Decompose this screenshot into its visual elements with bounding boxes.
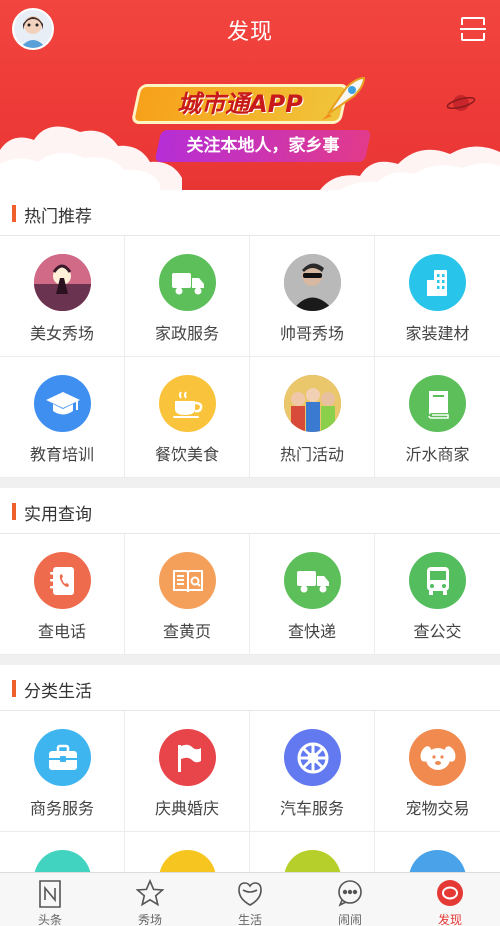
news-icon	[39, 880, 61, 908]
grid-item-label: 帅哥秀场	[279, 324, 344, 343]
section-title: 实用查询	[24, 505, 92, 525]
tab-label: 发现	[437, 913, 462, 926]
grid-item-yishui-merchants[interactable]: 沂水商家	[375, 357, 500, 478]
grid-item-label: 商务服务	[29, 799, 94, 818]
section-header: 分类生活	[0, 665, 500, 711]
tab-label: 头条	[37, 913, 62, 926]
building-icon	[409, 254, 466, 311]
truck-icon	[159, 254, 216, 311]
tab-show[interactable]: 秀场	[100, 873, 200, 926]
grid-item-beauty-show[interactable]: 美女秀场	[0, 236, 125, 357]
grid-item-dining[interactable]: 餐饮美食	[125, 357, 250, 478]
cloud-decoration	[0, 126, 500, 190]
book-icon	[409, 375, 466, 432]
app-root: 发现 城市通APP 关注本地人，家乡事 热门推荐 美女秀场 家政服务 帅哥秀场 …	[0, 0, 500, 926]
grid-item-label: 美女秀场	[29, 324, 94, 343]
grid-item-label: 宠物交易	[405, 799, 470, 818]
grid-item-education[interactable]: 教育培训	[0, 357, 125, 478]
grid-item-home-decor[interactable]: 家装建材	[375, 236, 500, 357]
grid-item-label: 家政服务	[154, 324, 219, 343]
section-title: 分类生活	[24, 682, 92, 702]
graduation-cap-icon	[34, 375, 91, 432]
photo-group-icon	[284, 375, 341, 432]
coffee-cup-icon	[159, 375, 216, 432]
photo-man-icon	[284, 254, 341, 311]
section-practical-query: 实用查询 查电话 查黄页 查快递 查公交	[0, 488, 500, 655]
flag-icon	[159, 729, 216, 786]
grid-item-label: 查电话	[37, 622, 86, 641]
section-header: 热门推荐	[0, 190, 500, 236]
bottom-tab-bar: 头条 秀场 生活 闹闹 发现	[0, 872, 500, 926]
star-icon	[136, 879, 164, 907]
grid-item-wedding[interactable]: 庆典婚庆	[125, 711, 250, 832]
tab-discover[interactable]: 发现	[400, 873, 500, 926]
grid-item-label: 热门活动	[279, 445, 344, 464]
grid-item-label: 查快递	[287, 622, 336, 641]
tab-label: 秀场	[137, 913, 162, 926]
grid-item-label: 餐饮美食	[154, 445, 219, 464]
grid-item-label: 庆典婚庆	[154, 799, 219, 818]
bus-icon	[409, 552, 466, 609]
grid-item-housekeeping[interactable]: 家政服务	[125, 236, 250, 357]
briefcase-icon	[34, 729, 91, 786]
photo-couple-icon	[34, 254, 91, 311]
grid-item-label: 家装建材	[405, 324, 470, 343]
truck-icon	[284, 552, 341, 609]
grid-item-label: 查黄页	[162, 622, 211, 641]
section-accent-bar	[12, 503, 16, 520]
grid-item-pet-trade[interactable]: 宠物交易	[375, 711, 500, 832]
tab-label: 生活	[237, 913, 262, 926]
chat-icon	[338, 880, 362, 907]
section-hot-recommend: 热门推荐 美女秀场 家政服务 帅哥秀场 家装建材 教育培训 餐饮美食 热门活动 …	[0, 190, 500, 478]
phone-book-icon	[34, 552, 91, 609]
grid-item-label: 查公交	[413, 622, 462, 641]
wheel-icon	[284, 729, 341, 786]
life-icon	[238, 882, 262, 906]
page-title: 发现	[226, 20, 273, 45]
grid-item-phone-lookup[interactable]: 查电话	[0, 534, 125, 655]
header-banner: 发现 城市通APP 关注本地人，家乡事	[0, 0, 500, 190]
grid-item-car-service[interactable]: 汽车服务	[250, 711, 375, 832]
grid-item-bus-lookup[interactable]: 查公交	[375, 534, 500, 655]
grid-item-label: 教育培训	[29, 445, 94, 464]
scan-icon[interactable]	[460, 16, 486, 42]
grid-item-label: 沂水商家	[405, 445, 470, 464]
section-accent-bar	[12, 680, 16, 697]
dog-icon	[409, 729, 466, 786]
grid-item-business[interactable]: 商务服务	[0, 711, 125, 832]
grid-item-yellow-pages[interactable]: 查黄页	[125, 534, 250, 655]
tab-life[interactable]: 生活	[200, 873, 300, 926]
section-accent-bar	[12, 205, 16, 222]
grid-item-label: 汽车服务	[279, 799, 344, 818]
grid-item-handsome-show[interactable]: 帅哥秀场	[250, 236, 375, 357]
discover-icon	[437, 880, 463, 906]
tab-label: 闹闹	[337, 913, 362, 926]
section-title: 热门推荐	[24, 207, 92, 227]
grid-item-hot-events[interactable]: 热门活动	[250, 357, 375, 478]
section-header: 实用查询	[0, 488, 500, 534]
grid-item-express-lookup[interactable]: 查快递	[250, 534, 375, 655]
tab-chat[interactable]: 闹闹	[300, 873, 400, 926]
yellow-pages-icon	[159, 552, 216, 609]
tab-headlines[interactable]: 头条	[0, 873, 100, 926]
